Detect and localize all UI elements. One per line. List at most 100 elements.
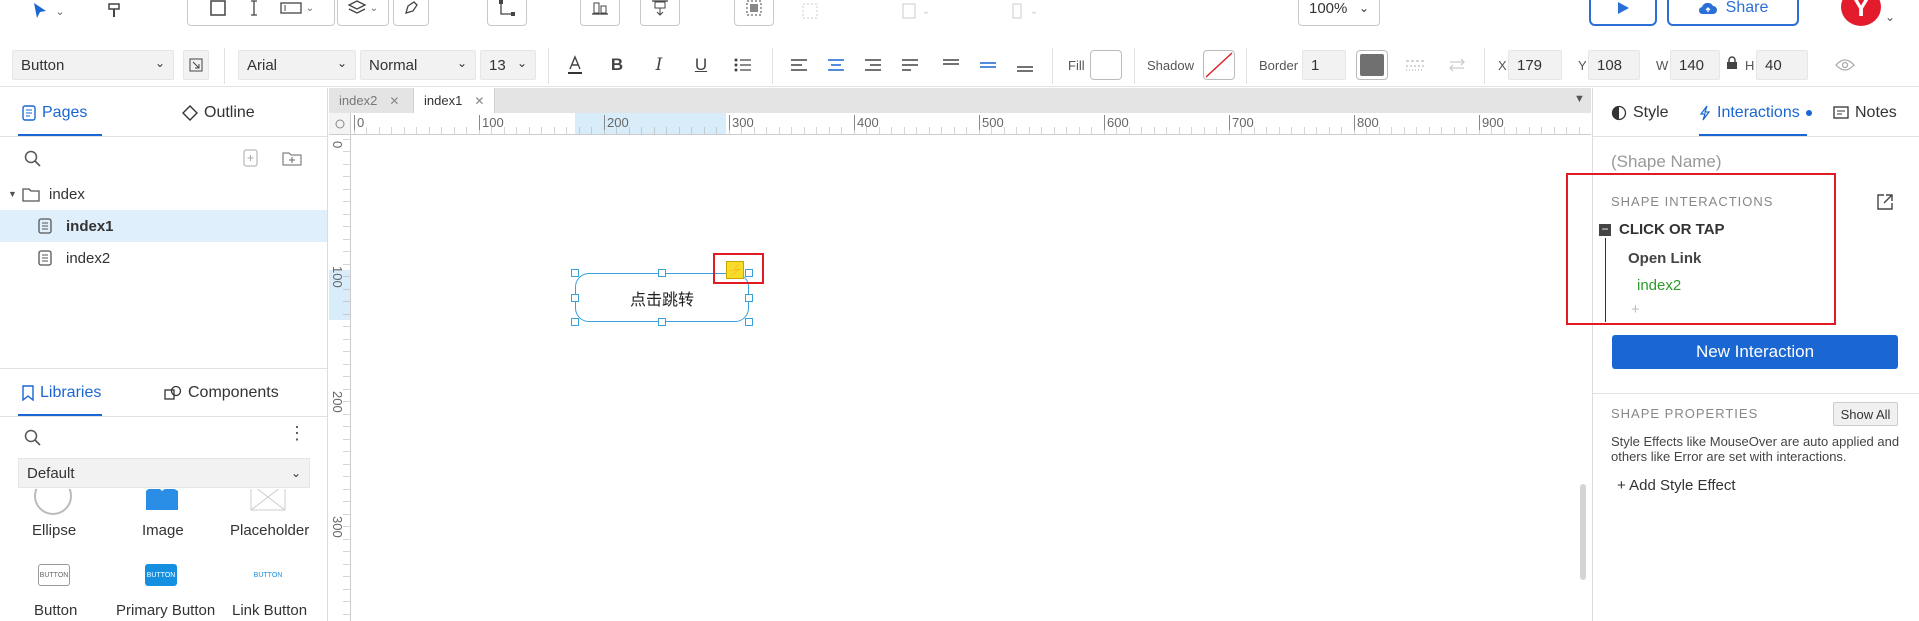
font-weight-select[interactable]: Normal ⌄ xyxy=(360,50,476,80)
font-family-select[interactable]: Arial ⌄ xyxy=(238,50,356,80)
align-left-button[interactable] xyxy=(786,52,812,78)
align-center-icon xyxy=(828,59,844,71)
edit-style-button[interactable] xyxy=(183,50,209,80)
tab-notes[interactable]: Notes xyxy=(1833,104,1897,122)
fill-color-swatch[interactable] xyxy=(1090,50,1122,80)
font-weight-value: Normal xyxy=(369,56,418,74)
preview-button[interactable] xyxy=(1589,0,1657,26)
tab-pages[interactable]: Pages xyxy=(22,104,87,122)
lock-aspect-button[interactable] xyxy=(1726,56,1738,74)
tab-style[interactable]: Style xyxy=(1611,104,1669,122)
ruler-origin[interactable] xyxy=(329,113,351,134)
justify-button[interactable] xyxy=(897,52,923,78)
bullet-list-button[interactable] xyxy=(730,52,756,78)
x-input[interactable]: 179 xyxy=(1508,50,1562,80)
valign-top-button[interactable] xyxy=(938,52,964,78)
design-canvas[interactable] xyxy=(352,136,1591,621)
resize-handle[interactable] xyxy=(571,269,579,277)
format-bar: Button ⌄ Arial ⌄ Normal ⌄ 13 ⌄ B I U Fil… xyxy=(0,44,1919,87)
text-cursor-icon[interactable] xyxy=(236,0,272,16)
arrange-icon xyxy=(1012,3,1022,19)
font-size-select[interactable]: 13 ⌄ xyxy=(480,50,536,80)
eye-icon xyxy=(1835,59,1855,71)
underline-button[interactable]: U xyxy=(688,52,714,78)
tree-folder-index[interactable]: ▼ index xyxy=(0,178,327,210)
font-color-button[interactable] xyxy=(562,52,588,78)
text-field-icon[interactable]: ⌄ xyxy=(272,0,322,16)
arrow-style-button[interactable] xyxy=(1444,52,1470,78)
close-icon[interactable]: ✕ xyxy=(474,94,484,108)
shape-name-input[interactable]: (Shape Name) xyxy=(1611,152,1722,172)
search-pages-button[interactable] xyxy=(24,150,42,172)
open-in-new-window-button[interactable] xyxy=(1876,193,1894,215)
shadow-swatch[interactable] xyxy=(1203,50,1235,80)
placeholder-widget-icon[interactable] xyxy=(250,489,286,511)
arrange-button[interactable]: ⌄ xyxy=(998,0,1048,26)
tab-interactions[interactable]: Interactions xyxy=(1699,104,1812,122)
align-center-button[interactable] xyxy=(823,52,849,78)
align-bottom-button[interactable] xyxy=(580,0,620,26)
group-button[interactable] xyxy=(734,0,774,26)
resize-handle[interactable] xyxy=(745,318,753,326)
border-style-button[interactable] xyxy=(1402,52,1428,78)
tab-libraries-label: Libraries xyxy=(40,384,102,401)
image-widget-icon[interactable] xyxy=(145,489,179,511)
rectangle-icon[interactable] xyxy=(200,0,236,16)
resize-handle[interactable] xyxy=(571,318,579,326)
resize-handle[interactable] xyxy=(658,318,666,326)
pen-tool-button[interactable] xyxy=(393,0,429,26)
link-button-widget-icon[interactable]: BUTTON xyxy=(252,564,284,586)
visibility-button[interactable] xyxy=(1832,52,1858,78)
align-right-button[interactable] xyxy=(860,52,886,78)
canvas-scrollbar[interactable] xyxy=(1580,484,1586,580)
valign-middle-button[interactable] xyxy=(975,52,1001,78)
search-library-button[interactable] xyxy=(24,429,42,451)
widget-type-select[interactable]: Button ⌄ xyxy=(12,50,174,80)
tab-libraries[interactable]: Libraries xyxy=(22,384,101,402)
border-width-input[interactable]: 1 xyxy=(1302,50,1346,80)
avatar[interactable]: Y xyxy=(1841,0,1881,26)
w-input[interactable]: 140 xyxy=(1670,50,1720,80)
share-label: Share xyxy=(1725,0,1769,16)
close-icon[interactable]: ✕ xyxy=(389,94,399,108)
ungroup-button[interactable] xyxy=(790,0,830,26)
tree-page-index1[interactable]: index1 xyxy=(0,210,327,242)
resize-handle[interactable] xyxy=(745,294,753,302)
align-top-button[interactable] xyxy=(640,0,680,26)
distribute-button[interactable]: ⌄ xyxy=(890,0,940,26)
doc-tab-index2[interactable]: index2 ✕ xyxy=(329,88,409,113)
select-tool-button[interactable]: ⌄ xyxy=(22,0,74,26)
resize-handle[interactable] xyxy=(571,294,579,302)
italic-button[interactable]: I xyxy=(646,52,672,78)
widget-label: Link Button xyxy=(232,602,308,619)
border-color-swatch[interactable] xyxy=(1356,50,1388,80)
ellipse-widget-icon[interactable] xyxy=(34,489,72,515)
library-select[interactable]: Default ⌄ xyxy=(18,458,310,488)
layers-button[interactable]: ⌄ xyxy=(337,0,389,26)
h-input[interactable]: 40 xyxy=(1756,50,1808,80)
tabs-menu-caret-icon[interactable]: ▼ xyxy=(1574,93,1585,105)
primary-button-widget-icon[interactable]: BUTTON xyxy=(145,564,177,586)
add-style-effect-button[interactable]: + Add Style Effect xyxy=(1617,477,1736,494)
bold-button[interactable]: B xyxy=(604,52,630,78)
crosshair-icon xyxy=(335,119,344,129)
y-input[interactable]: 108 xyxy=(1588,50,1640,80)
connector-button[interactable] xyxy=(487,0,527,26)
more-options-icon[interactable]: ⋮ xyxy=(288,424,306,442)
valign-bottom-button[interactable] xyxy=(1012,52,1038,78)
tab-outline[interactable]: Outline xyxy=(182,104,255,122)
button-widget-icon[interactable]: BUTTON xyxy=(38,564,70,586)
y-label: Y xyxy=(1578,58,1587,73)
new-interaction-button[interactable]: New Interaction xyxy=(1612,335,1898,369)
doc-tab-index1[interactable]: index1 ✕ xyxy=(413,88,496,113)
show-all-button[interactable]: Show All xyxy=(1833,402,1898,426)
zoom-select[interactable]: 100% ⌄ xyxy=(1298,0,1380,26)
add-folder-button[interactable] xyxy=(282,149,302,171)
tab-components[interactable]: Components xyxy=(164,384,279,402)
account-chevron-icon[interactable]: ⌄ xyxy=(1885,10,1895,24)
format-painter-button[interactable] xyxy=(100,0,130,26)
share-button[interactable]: Share xyxy=(1667,0,1799,26)
tree-page-index2[interactable]: index2 xyxy=(0,242,327,274)
resize-handle[interactable] xyxy=(658,269,666,277)
add-page-button[interactable] xyxy=(242,149,260,171)
